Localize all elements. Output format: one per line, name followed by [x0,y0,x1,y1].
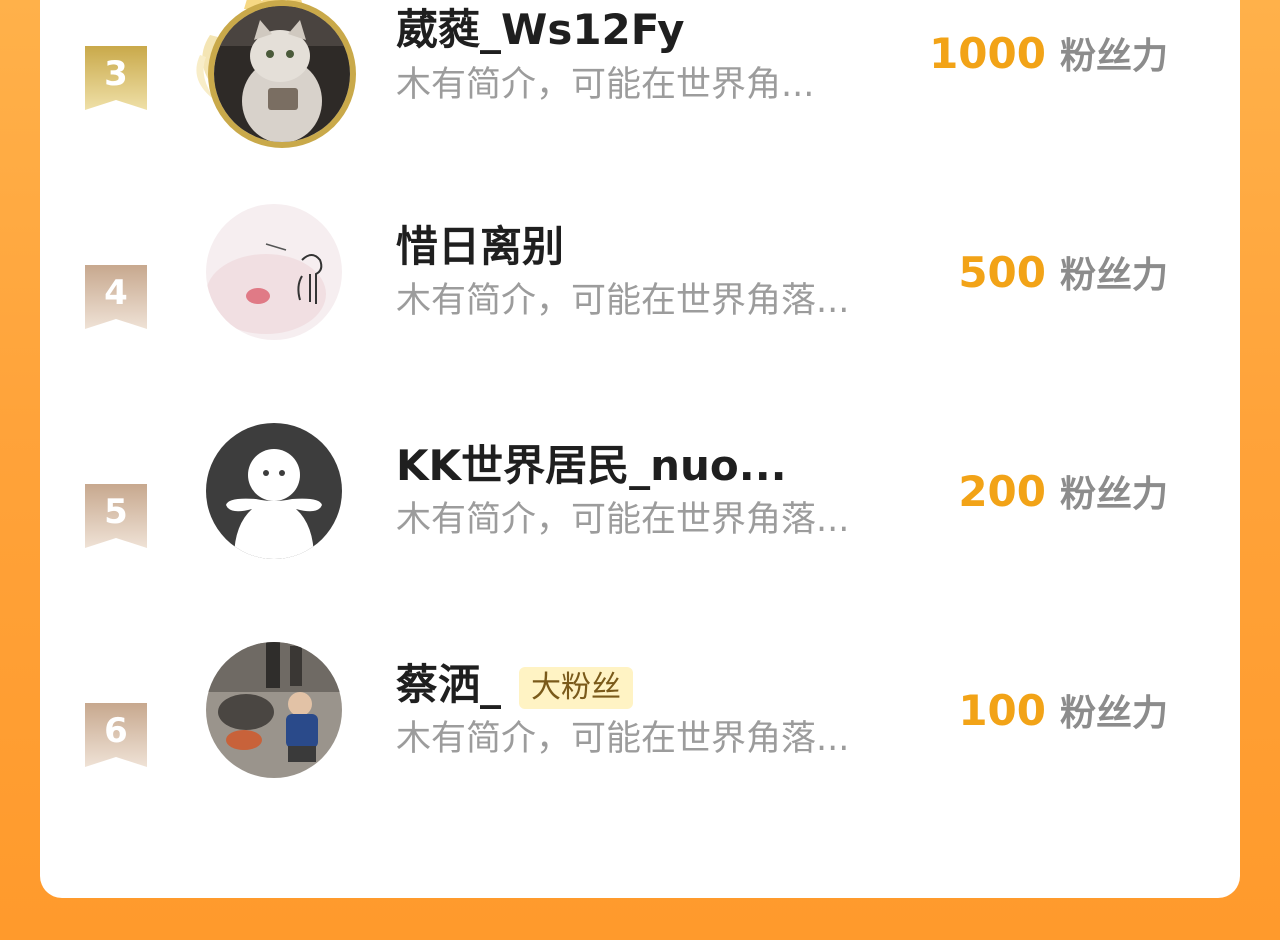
score-unit: 粉丝力 [1059,693,1168,734]
ranking-row[interactable]: 3 葳蕤_Ws12Fy 木有简介，可能在世界角... 1000 粉丝力 [40,0,1240,175]
user-bio: 木有简介，可能在世界角落... [396,719,850,759]
score-value: 200 [958,467,1046,516]
ranking-card: 3 葳蕤_Ws12Fy 木有简介，可能在世界角... 1000 粉丝力 4 惜日… [40,0,1240,898]
user-name[interactable]: 蔡洒_ 大粉丝 [396,660,634,710]
ranking-row[interactable]: 6 蔡洒_ 大粉丝 木有简介，可能在世界角落... 100 粉丝力 [40,642,1240,832]
rank-number: 4 [104,273,128,313]
rank-badge-gold: 3 [85,46,147,110]
user-name[interactable]: KK世界居民_nuo... [396,441,787,491]
rank-number: 3 [104,54,128,94]
rank-badge: 4 [85,265,147,329]
user-name-text: 蔡洒_ [396,660,502,709]
avatar[interactable] [208,0,356,148]
avatar[interactable] [206,204,342,340]
rank-badge: 5 [85,484,147,548]
avatar[interactable] [206,642,342,778]
score-unit: 粉丝力 [1059,255,1168,296]
fan-power-score: 1000 粉丝力 [929,29,1168,82]
user-bio: 木有简介，可能在世界角落... [396,500,850,540]
score-value: 1000 [929,29,1046,78]
score-unit: 粉丝力 [1059,474,1168,515]
fan-power-score: 500 粉丝力 [958,248,1168,301]
user-bio: 木有简介，可能在世界角... [396,65,815,105]
rank-badge: 6 [85,703,147,767]
user-name[interactable]: 葳蕤_Ws12Fy [396,5,685,55]
rank-number: 6 [104,711,128,751]
ranking-row[interactable]: 4 惜日离别 木有简介，可能在世界角落... 500 粉丝力 [40,204,1240,394]
score-value: 500 [958,248,1046,297]
fan-power-score: 200 粉丝力 [958,467,1168,520]
score-unit: 粉丝力 [1059,36,1168,77]
score-value: 100 [958,686,1046,735]
user-bio: 木有简介，可能在世界角落... [396,281,850,321]
big-fan-badge: 大粉丝 [519,666,634,709]
user-name[interactable]: 惜日离别 [396,222,564,272]
fan-power-score: 100 粉丝力 [958,686,1168,739]
rank-number: 5 [104,492,128,532]
ranking-row[interactable]: 5 KK世界居民_nuo... 木有简介，可能在世界角落... 200 粉丝力 [40,423,1240,613]
default-avatar-icon[interactable] [206,423,342,559]
